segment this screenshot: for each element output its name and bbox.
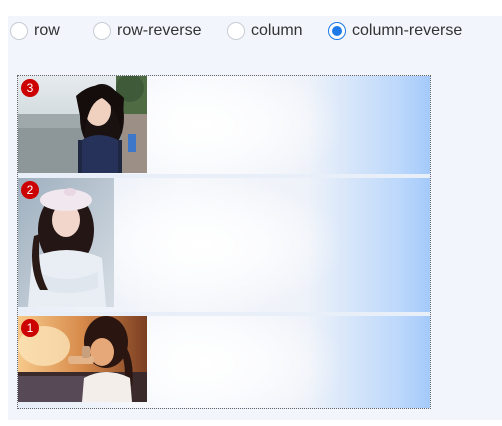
radio-option-column[interactable]: column (227, 20, 303, 42)
item-number-badge: 2 (21, 181, 39, 199)
flex-container: 3 2 1 (17, 75, 431, 409)
radio-label: row-reverse (117, 22, 202, 39)
item-number-badge: 1 (21, 319, 39, 337)
flex-item-row: 1 (18, 316, 430, 408)
radio-option-row[interactable]: row (10, 20, 60, 42)
flex-item-row: 3 (18, 76, 430, 174)
flex-item: 1 (18, 316, 147, 402)
radio-option-row-reverse[interactable]: row-reverse (93, 20, 201, 42)
flex-item: 3 (18, 76, 147, 173)
radio-button[interactable] (227, 22, 245, 40)
radio-button[interactable] (10, 22, 28, 40)
radio-label: column-reverse (352, 22, 463, 39)
radio-label: column (251, 22, 303, 39)
radio-button[interactable] (93, 22, 111, 40)
item-number-badge: 3 (21, 79, 39, 97)
radio-label: row (34, 22, 60, 39)
flex-item-row: 2 (18, 178, 430, 312)
flex-item: 2 (18, 178, 114, 307)
radio-button-selected[interactable] (328, 22, 346, 40)
radio-option-column-reverse[interactable]: column-reverse (328, 20, 462, 42)
